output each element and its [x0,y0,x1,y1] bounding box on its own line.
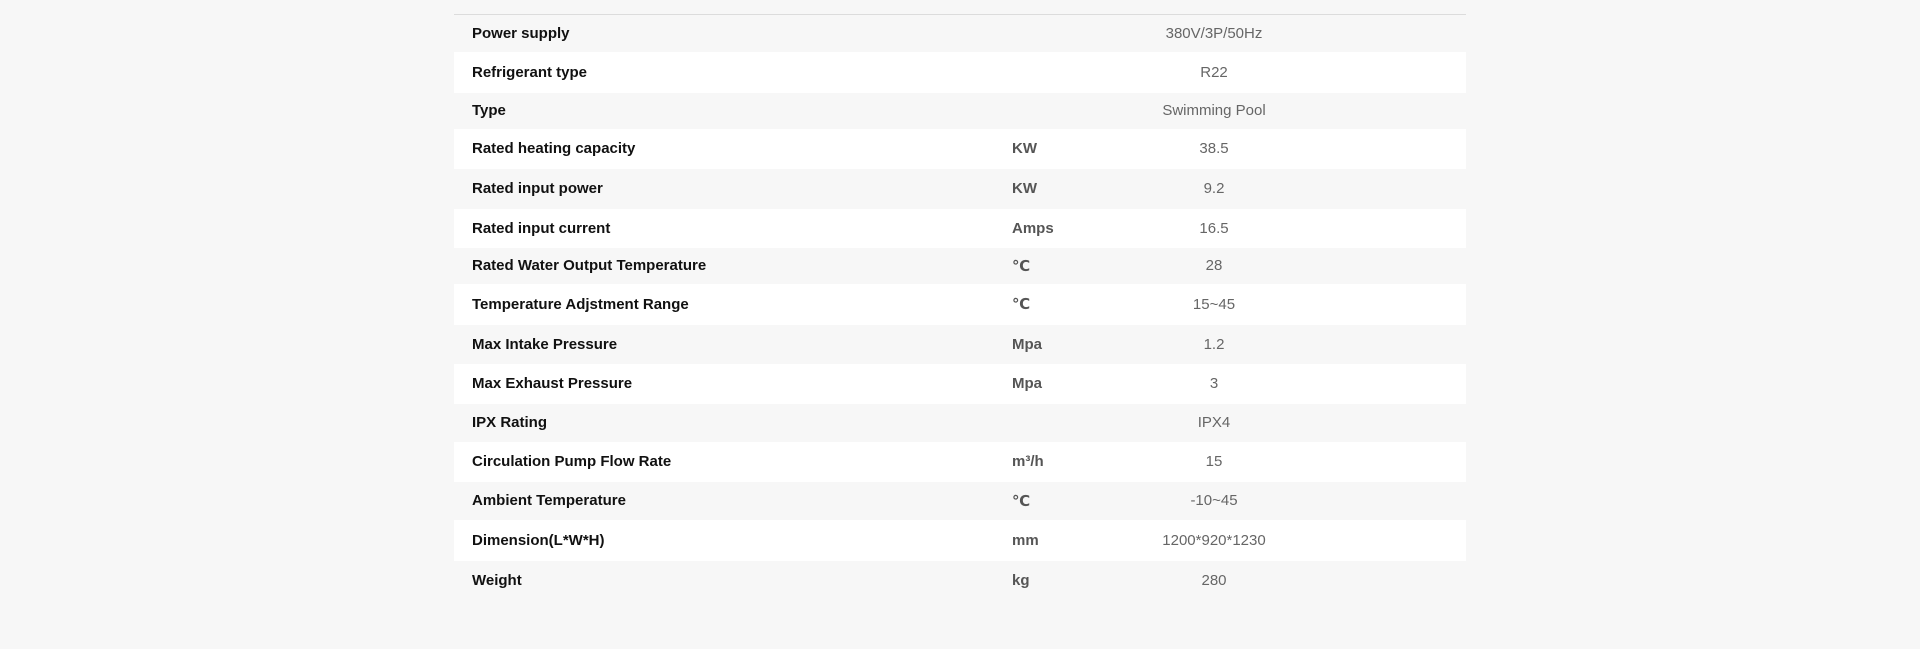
spec-unit: ℃ [1012,283,1152,325]
table-row: Rated Water Output Temperature ℃ 28 [454,247,1466,284]
table-row: Type Swimming Pool [454,92,1466,129]
spec-value: 15~45 [1152,283,1466,325]
spec-value: 1.2 [1152,324,1466,364]
spec-name: Ambient Temperature [454,481,1012,520]
spec-unit: ℃ [1012,247,1152,284]
spec-name: IPX Rating [454,403,1012,442]
spec-value: 9.2 [1152,168,1466,209]
spec-unit: KW [1012,168,1152,209]
spec-name: Temperature Adjstment Range [454,283,1012,325]
table-row: Weight kg 280 [454,560,1466,601]
spec-name: Circulation Pump Flow Rate [454,441,1012,482]
spec-name: Type [454,92,1012,129]
table-row: Rated heating capacity KW 38.5 [454,128,1466,169]
spec-value: 15 [1152,441,1466,482]
table-row: IPX Rating IPX4 [454,403,1466,442]
spec-name: Rated heating capacity [454,128,1012,169]
spec-value: 380V/3P/50Hz [1152,14,1466,52]
spec-unit: Amps [1012,208,1152,248]
spec-value: 38.5 [1152,128,1466,169]
spec-name: Max Intake Pressure [454,324,1012,364]
spec-unit: ℃ [1012,481,1152,520]
spec-unit: KW [1012,128,1152,169]
spec-unit [1012,92,1152,129]
spec-table: Power supply 380V/3P/50Hz Refrigerant ty… [454,14,1466,601]
table-row: Refrigerant type R22 [454,51,1466,93]
table-row: Rated input power KW 9.2 [454,168,1466,209]
table-row: Max Exhaust Pressure Mpa 3 [454,363,1466,404]
spec-unit: m³/h [1012,441,1152,482]
spec-value: 1200*920*1230 [1152,519,1466,561]
spec-unit: kg [1012,560,1152,601]
table-row: Power supply 380V/3P/50Hz [454,14,1466,52]
table-row: Rated input current Amps 16.5 [454,208,1466,248]
spec-name: Rated input power [454,168,1012,209]
spec-unit [1012,51,1152,93]
spec-name: Rated Water Output Temperature [454,247,1012,284]
table-row: Ambient Temperature ℃ -10~45 [454,481,1466,520]
spec-unit [1012,403,1152,442]
spec-name: Power supply [454,14,1012,52]
spec-value: R22 [1152,51,1466,93]
spec-unit: Mpa [1012,363,1152,404]
spec-value: 280 [1152,560,1466,601]
spec-name: Weight [454,560,1012,601]
spec-value: 16.5 [1152,208,1466,248]
spec-value: 3 [1152,363,1466,404]
table-row: Max Intake Pressure Mpa 1.2 [454,324,1466,364]
spec-name: Rated input current [454,208,1012,248]
spec-unit: mm [1012,519,1152,561]
spec-value: IPX4 [1152,403,1466,442]
table-row: Temperature Adjstment Range ℃ 15~45 [454,283,1466,325]
spec-name: Max Exhaust Pressure [454,363,1012,404]
spec-value: -10~45 [1152,481,1466,520]
spec-name: Refrigerant type [454,51,1012,93]
spec-value: 28 [1152,247,1466,284]
spec-unit: Mpa [1012,324,1152,364]
spec-name: Dimension(L*W*H) [454,519,1012,561]
spec-unit [1012,14,1152,52]
spec-value: Swimming Pool [1152,92,1466,129]
table-row: Dimension(L*W*H) mm 1200*920*1230 [454,519,1466,561]
table-row: Circulation Pump Flow Rate m³/h 15 [454,441,1466,482]
